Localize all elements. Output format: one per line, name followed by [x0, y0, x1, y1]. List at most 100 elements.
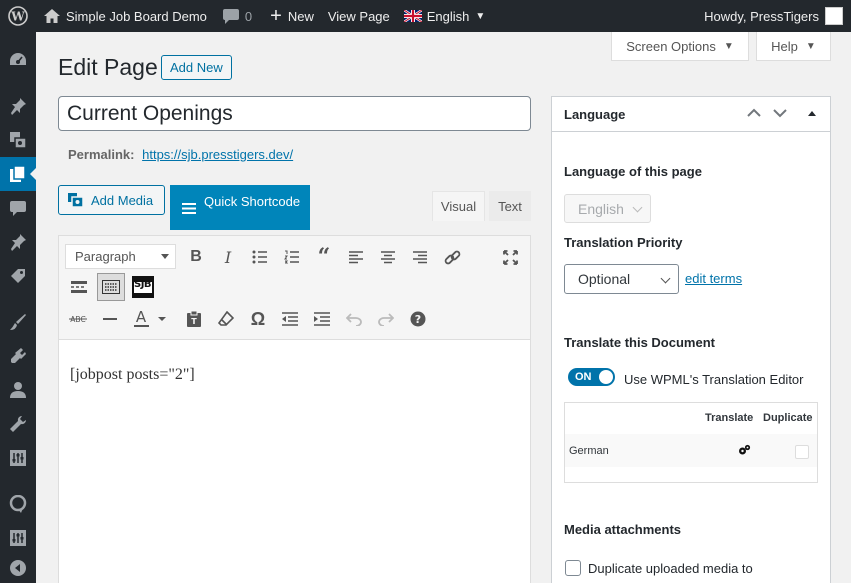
- editor-toolbar: Paragraph B I “ SJB ABC A T Ω ?: [59, 236, 530, 340]
- media-attachments-label: Media attachments: [564, 522, 682, 537]
- indent-button[interactable]: [308, 305, 336, 333]
- chevron-down-icon: [660, 273, 671, 284]
- permalink: Permalink: https://sjb.presstigers.dev/: [68, 147, 293, 162]
- comments-icon[interactable]: [0, 191, 36, 225]
- site-name: Simple Job Board Demo: [66, 8, 207, 24]
- tab-visual[interactable]: Visual: [432, 191, 485, 221]
- account-menu[interactable]: Howdy, PressTigers: [704, 0, 843, 32]
- align-left-button[interactable]: [342, 243, 370, 271]
- help-button[interactable]: Help ▼: [756, 32, 831, 61]
- add-media-label: Add Media: [91, 192, 154, 208]
- numbered-list-icon: [284, 250, 299, 264]
- clipboard-icon: T: [187, 311, 201, 327]
- post-title-input[interactable]: Current Openings: [58, 96, 531, 131]
- special-character-button[interactable]: Ω: [244, 305, 272, 333]
- align-right-button[interactable]: [406, 243, 434, 271]
- wordpress-logo-icon[interactable]: W: [0, 0, 36, 32]
- move-down-icon[interactable]: [772, 105, 788, 124]
- help-circle-icon: ?: [410, 311, 426, 327]
- redo-icon: [378, 313, 394, 326]
- plugins-icon[interactable]: [0, 339, 36, 373]
- new-content-link[interactable]: + New: [270, 0, 314, 32]
- settings-sliders-icon-2[interactable]: [0, 521, 36, 555]
- collapse-menu-icon[interactable]: [0, 551, 36, 583]
- strikethrough-button[interactable]: ABC: [64, 305, 92, 333]
- language-of-page-label: Language of this page: [564, 164, 702, 179]
- fullscreen-button[interactable]: [496, 243, 524, 271]
- collapse-triangle-icon[interactable]: [806, 105, 818, 124]
- tag-icon[interactable]: [0, 259, 36, 293]
- add-media-button[interactable]: Add Media: [58, 185, 165, 215]
- translation-editor-toggle[interactable]: ON: [568, 368, 615, 386]
- blockquote-button[interactable]: “: [310, 243, 338, 271]
- users-icon[interactable]: [0, 373, 36, 407]
- appearance-brush-icon[interactable]: [0, 305, 36, 339]
- redo-button[interactable]: [372, 305, 400, 333]
- uk-flag-icon: [403, 10, 422, 22]
- move-up-icon[interactable]: [746, 105, 762, 124]
- gears-icon[interactable]: [738, 444, 751, 459]
- comments-link[interactable]: 0: [222, 0, 252, 32]
- sjb-label: SJB: [134, 279, 152, 290]
- align-center-button[interactable]: [374, 243, 402, 271]
- keyboard-icon: [102, 280, 120, 294]
- translation-priority-label: Translation Priority: [564, 235, 683, 250]
- quick-shortcode-button[interactable]: Quick Shortcode: [170, 185, 310, 230]
- outdent-icon: [282, 312, 298, 326]
- keyboard-shortcuts-help-button[interactable]: ?: [404, 305, 432, 333]
- svg-text:?: ?: [415, 313, 421, 326]
- translation-editor-label: Use WPML's Translation Editor: [624, 372, 804, 387]
- site-name-link[interactable]: Simple Job Board Demo: [36, 0, 207, 32]
- duplicate-media-checkbox[interactable]: [565, 560, 581, 576]
- toolbar-toggle-button[interactable]: [97, 273, 125, 301]
- comment-bubble-icon: [222, 8, 239, 24]
- editor-content[interactable]: [jobpost posts="2"]: [70, 366, 195, 384]
- language-label: English: [426, 8, 470, 24]
- format-select-value: Paragraph: [75, 249, 136, 264]
- view-page-link[interactable]: View Page: [328, 0, 390, 32]
- read-more-button[interactable]: [65, 273, 93, 301]
- text-color-button[interactable]: A: [128, 305, 172, 333]
- eraser-icon: [218, 311, 234, 326]
- translation-priority-select[interactable]: Optional: [564, 264, 679, 294]
- admin-bar: W Simple Job Board Demo 0 + New View Pag…: [0, 0, 851, 32]
- sjb-shortcode-button[interactable]: SJB: [129, 273, 157, 301]
- bullet-list-icon: [252, 250, 267, 264]
- avatar: [825, 7, 843, 25]
- duplicate-checkbox[interactable]: [795, 445, 809, 459]
- bullet-list-button[interactable]: [246, 243, 274, 271]
- horizontal-line-icon: [103, 318, 117, 320]
- language-switcher[interactable]: English ▼: [403, 0, 485, 32]
- numbered-list-button[interactable]: [278, 243, 306, 271]
- wpml-icon[interactable]: [0, 487, 36, 521]
- screen-options-label: Screen Options: [626, 38, 716, 54]
- jobs-pin-icon[interactable]: [0, 225, 36, 259]
- tab-text[interactable]: Text: [489, 191, 531, 221]
- undo-button[interactable]: [340, 305, 368, 333]
- home-icon: [44, 9, 60, 23]
- permalink-url-link[interactable]: https://sjb.presstigers.dev/: [142, 147, 293, 162]
- add-new-button[interactable]: Add New: [161, 55, 232, 80]
- horizontal-line-button[interactable]: [96, 305, 124, 333]
- menu-bars-icon: [182, 203, 196, 214]
- pin-icon[interactable]: [0, 89, 36, 123]
- tools-wrench-icon[interactable]: [0, 407, 36, 441]
- bold-button[interactable]: B: [182, 243, 210, 271]
- outdent-button[interactable]: [276, 305, 304, 333]
- italic-button[interactable]: I: [214, 243, 242, 271]
- insert-link-button[interactable]: [438, 243, 466, 271]
- edit-terms-link[interactable]: edit terms: [685, 271, 742, 286]
- read-more-icon: [71, 281, 87, 293]
- language-select[interactable]: English: [564, 194, 651, 223]
- settings-sliders-icon[interactable]: [0, 441, 36, 475]
- dashboard-icon[interactable]: [0, 43, 36, 77]
- help-label: Help: [771, 38, 798, 54]
- screen-options-button[interactable]: Screen Options ▼: [611, 32, 749, 61]
- table-row: German: [565, 434, 817, 467]
- format-select[interactable]: Paragraph: [65, 244, 176, 269]
- clear-formatting-button[interactable]: [212, 305, 240, 333]
- page-title: Edit Page: [58, 54, 158, 80]
- media-icon[interactable]: [0, 123, 36, 157]
- pages-icon[interactable]: [0, 157, 36, 191]
- paste-text-button[interactable]: T: [180, 305, 208, 333]
